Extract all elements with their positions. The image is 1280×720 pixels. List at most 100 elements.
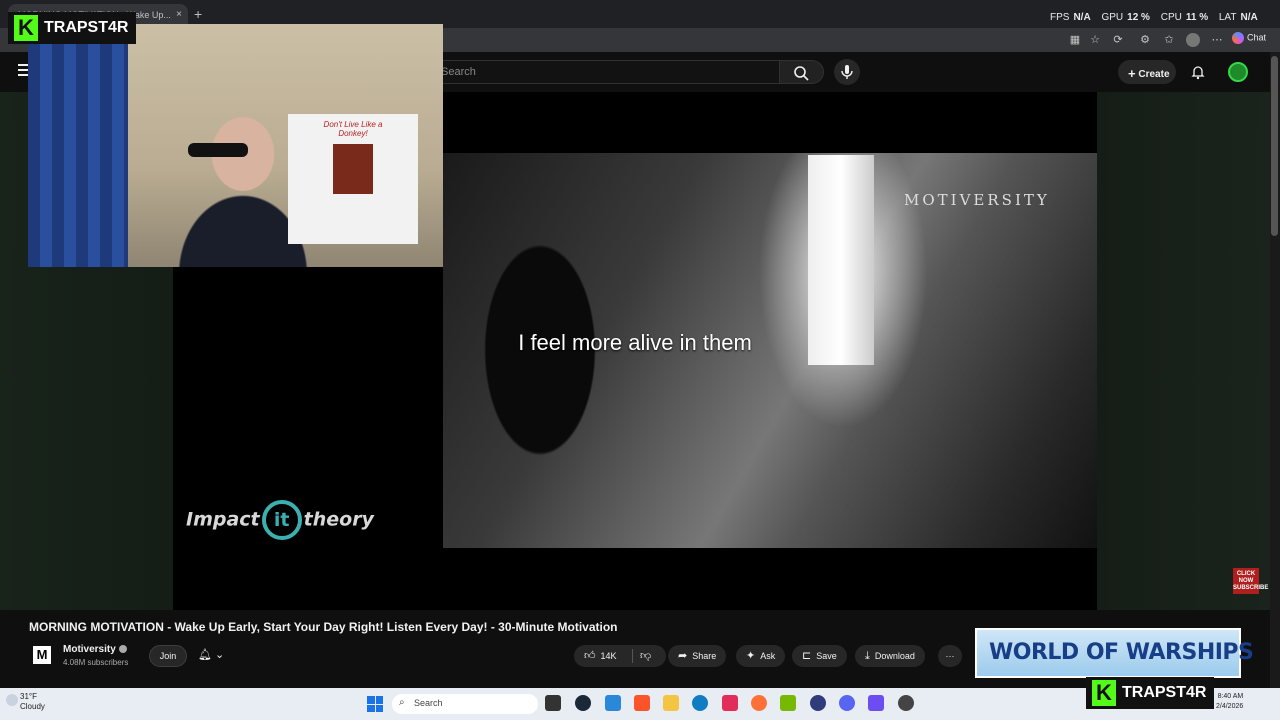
webcam-quilt [28, 34, 128, 267]
taskbar-search[interactable]: ⌕ Search [392, 694, 538, 714]
edge-icon[interactable] [692, 695, 708, 711]
search-button[interactable] [780, 60, 824, 84]
cpu-label: CPU [1160, 12, 1182, 23]
search-icon [794, 66, 809, 81]
gpu-value: 12 % [1127, 12, 1150, 23]
webcam-poster-shirt: Don't Live Like a Donkey! [288, 114, 418, 244]
more-actions-button[interactable]: ··· [938, 645, 962, 667]
bell-icon: 🔔︎ [198, 649, 212, 661]
bookmark-icon: ⊏ [802, 650, 812, 662]
download-button[interactable]: ⤓ Download [855, 645, 925, 667]
app-icon-purple[interactable] [868, 695, 884, 711]
shirt-caption: Don't Live Like a Donkey! [323, 120, 383, 138]
channel-name[interactable]: Motiversity [63, 644, 127, 655]
weather-condition: Cloudy [20, 702, 45, 711]
ad-text: WORLD OF WARSHIPS [989, 640, 1254, 665]
create-label: Create [1138, 69, 1170, 80]
subscription-notification-button[interactable]: 🔔︎ ⌄ [198, 648, 224, 661]
chat-label: Chat [1247, 32, 1267, 43]
thumbs-down-icon[interactable]: 👎︎ [640, 645, 651, 667]
task-view-icon[interactable] [545, 695, 561, 711]
webcam-overlay: Don't Live Like a Donkey! [28, 24, 443, 267]
cpu-value: 11 % [1185, 12, 1209, 23]
lat-label: LAT [1218, 12, 1237, 23]
world-of-warships-ad[interactable]: WORLD OF WARSHIPS [975, 628, 1254, 678]
app-icon-blue[interactable] [810, 695, 826, 711]
lat-value: N/A [1240, 12, 1258, 23]
impact-theory-logo: Impact it theory [186, 500, 374, 540]
like-count[interactable]: 14K [601, 651, 617, 661]
video-title: MORNING MOTIVATION - Wake Up Early, Star… [29, 620, 618, 634]
brave-icon[interactable] [634, 695, 650, 711]
logo-word-theory: theory [303, 508, 374, 531]
windows-start-icon[interactable] [367, 696, 383, 712]
kick-logo-icon: K [14, 15, 38, 41]
weather-widget[interactable]: 31°F Cloudy [6, 692, 45, 712]
more-menu-icon[interactable]: ⋯ [1210, 33, 1224, 47]
channel-avatar[interactable]: M [33, 646, 51, 664]
logo-ring: it [261, 500, 302, 540]
video-subtitle: I feel more alive in them [518, 330, 752, 355]
extensions-icon[interactable]: ⚙ [1138, 33, 1152, 47]
create-button[interactable]: + Create [1118, 60, 1176, 84]
streamer-badge-top: K TRAPST4R [8, 12, 137, 44]
clock-time: 8:40 AM [1217, 693, 1244, 700]
like-divider [632, 649, 633, 663]
copilot-chat-button[interactable]: Chat [1232, 32, 1266, 44]
file-explorer-icon[interactable] [663, 695, 679, 711]
steam-icon[interactable] [575, 695, 591, 711]
app-icon-red[interactable] [722, 695, 738, 711]
discord-icon[interactable] [839, 695, 855, 711]
share-icon: ➦ [678, 650, 688, 662]
fps-label: FPS [1050, 12, 1070, 23]
ask-button[interactable]: ✦ Ask [736, 645, 786, 667]
sparkle-icon: ✦ [746, 650, 756, 662]
join-button[interactable]: Join [149, 645, 187, 667]
firefox-icon[interactable] [751, 695, 767, 711]
chevron-down-icon: ⌄ [215, 649, 225, 661]
gpu-label: GPU [1101, 12, 1124, 23]
voice-search-button[interactable] [834, 59, 860, 85]
share-label: Share [692, 651, 717, 661]
download-label: Download [874, 651, 915, 661]
scrollbar-thumb[interactable] [1271, 56, 1278, 236]
shirt-print [333, 144, 373, 194]
channel-name-text: Motiversity [63, 644, 116, 655]
webcam-sunglasses [188, 143, 248, 157]
streamer-name: TRAPST4R [44, 19, 129, 37]
nvidia-icon[interactable] [780, 695, 796, 711]
user-avatar[interactable] [1228, 62, 1248, 82]
new-tab-button[interactable]: + [194, 6, 202, 22]
click-now-subscribe-badge[interactable]: CLICK NOW SUBSCRIBE [1233, 568, 1268, 594]
refresh-extension-icon[interactable]: ⟳ [1111, 33, 1125, 47]
split-screen-icon[interactable]: ▦ [1068, 33, 1082, 47]
save-button[interactable]: ⊏ Save [792, 645, 847, 667]
performance-overlay: FPS N/A GPU 12 % CPU 11 % LAT N/A [1050, 12, 1258, 23]
share-button[interactable]: ➦ Share [668, 645, 727, 667]
taskbar-search-label: Search [414, 698, 443, 708]
notepad-icon[interactable] [605, 695, 621, 711]
obs-icon[interactable] [898, 695, 914, 711]
streamer-badge-bottom: K TRAPST4R [1086, 677, 1215, 709]
search-input[interactable]: Search [430, 60, 780, 84]
plus-icon: + [1128, 66, 1136, 81]
subscriber-count: 4.08M subscribers [63, 658, 129, 667]
microphone-icon [841, 65, 853, 79]
streamer-name: TRAPST4R [1122, 684, 1207, 702]
copilot-icon [1232, 32, 1244, 44]
verified-check-icon [118, 645, 127, 654]
kick-logo-icon: K [1092, 680, 1116, 706]
fps-value: N/A [1073, 12, 1091, 23]
notifications-bell-icon[interactable] [1190, 64, 1206, 80]
clock-date: 2/4/2026 [1216, 703, 1244, 710]
profile-icon[interactable] [1186, 33, 1200, 47]
logo-word-impact: Impact [186, 508, 260, 531]
favorites-icon[interactable]: ✩ [1162, 33, 1176, 47]
thumbs-up-icon[interactable]: 👍︎ [584, 645, 596, 667]
favorite-star-icon[interactable]: ☆ [1088, 33, 1102, 47]
temperature: 31°F [20, 692, 37, 701]
tab-close-icon[interactable]: × [176, 9, 182, 20]
search-icon: ⌕ [399, 697, 405, 708]
cloud-icon [6, 694, 18, 706]
system-clock[interactable]: 8:40 AM 2/4/2026 [1216, 692, 1243, 712]
